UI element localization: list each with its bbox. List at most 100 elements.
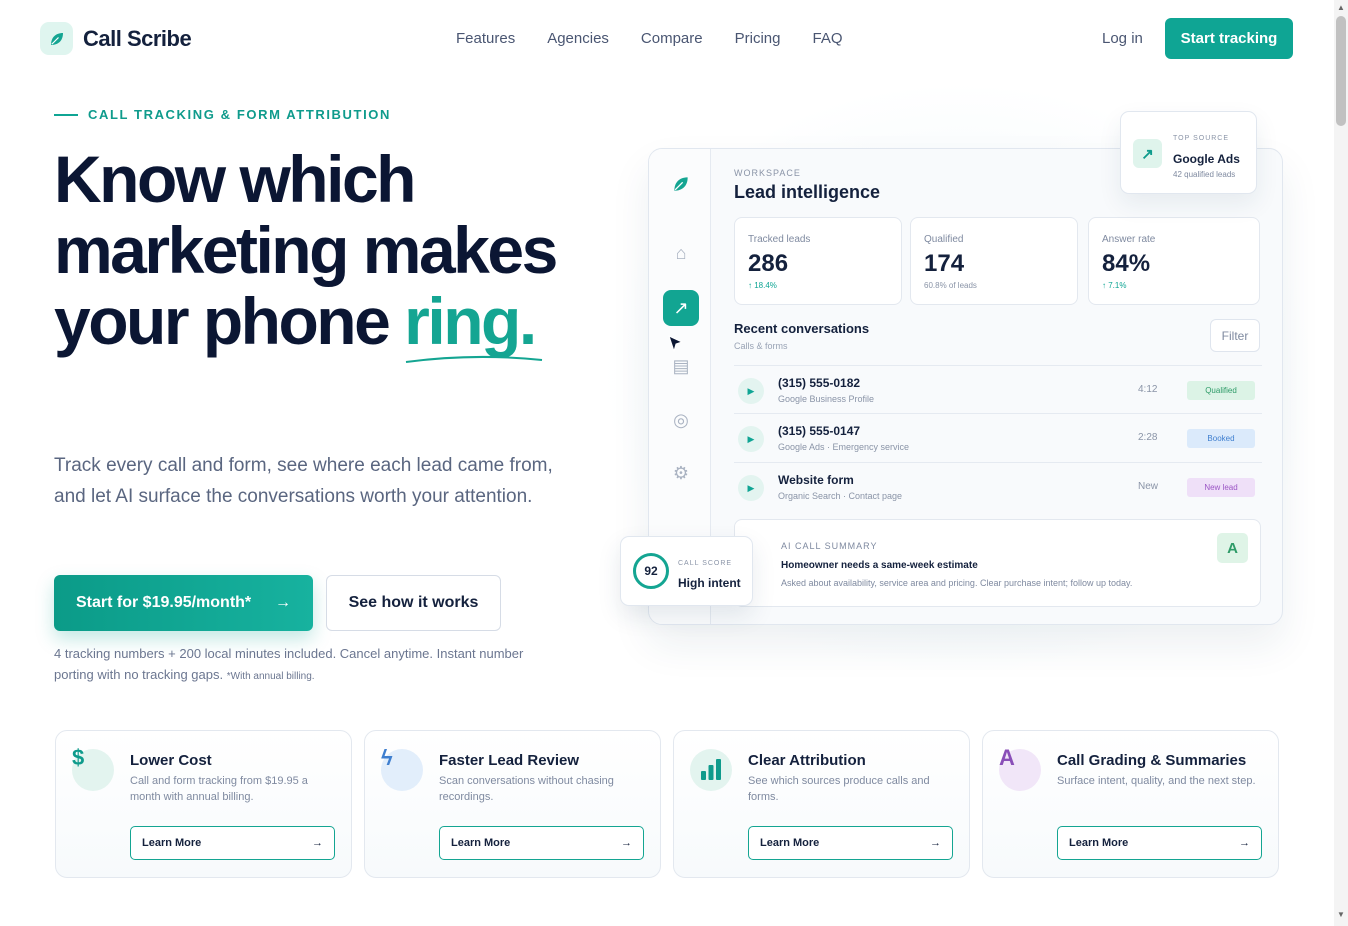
status-badge: New lead [1187, 478, 1255, 497]
squiggle-underline [406, 355, 543, 363]
stat-card-tracked: Tracked leads 286 ↑ 18.4% [734, 217, 902, 305]
leaf-logo-icon [40, 22, 73, 55]
row-title: Website form [778, 473, 854, 487]
top-source-title: Google Ads [1173, 152, 1240, 166]
gear-icon[interactable]: ⚙ [663, 455, 699, 491]
stat-label: Answer rate [1102, 234, 1156, 245]
table-row[interactable]: ▶ (315) 555-0182 Google Business Profile… [734, 365, 1262, 413]
scroll-thumb[interactable] [1336, 16, 1346, 126]
login-link[interactable]: Log in [1102, 30, 1143, 47]
nav-links: Features Agencies Compare Pricing FAQ [456, 30, 843, 47]
top-source-card: ↗ TOP SOURCE Google Ads 42 qualified lea… [1120, 111, 1257, 194]
brand-name: Call Scribe [83, 25, 192, 51]
feature-card-faster-review: ϟ Faster Lead Review Scan conversations … [364, 730, 661, 878]
leaf-icon[interactable] [663, 166, 699, 202]
eyebrow-line [54, 113, 78, 116]
ai-summary-text: Asked about availability, service area a… [781, 578, 1133, 588]
dashboard-title: Lead intelligence [734, 182, 881, 202]
stat-card-qualified: Qualified 174 60.8% of leads [910, 217, 1078, 305]
play-icon[interactable]: ▶ [738, 475, 764, 501]
card-title: Faster Lead Review [439, 752, 580, 769]
stat-sub: ↑ 7.1% [1102, 281, 1127, 290]
eyebrow: CALL TRACKING & FORM ATTRIBUTION [54, 107, 391, 122]
top-source-label: TOP SOURCE [1173, 135, 1230, 142]
mouse-cursor-icon [668, 335, 684, 353]
row-sub: Google Business Profile [778, 394, 875, 404]
nav-link-pricing[interactable]: Pricing [735, 30, 781, 47]
ai-summary-label: AI CALL SUMMARY [781, 541, 878, 551]
table-row[interactable]: ▶ Website form Organic Search · Contact … [734, 462, 1262, 510]
learn-more-button[interactable]: Learn More → [439, 826, 644, 860]
stat-value: 84% [1102, 250, 1151, 277]
ai-summary-card: AI CALL SUMMARY Homeowner needs a same-w… [734, 519, 1261, 607]
workspace-label: WORKSPACE [734, 168, 801, 178]
scrollbar[interactable]: ▲ ▼ [1334, 0, 1348, 926]
score-ring: 92 [633, 553, 669, 589]
arrow-right-icon: → [621, 837, 632, 849]
start-for-price-button[interactable]: Start for $19.95/month* → [54, 575, 313, 631]
card-text: See which sources produce calls and form… [748, 775, 930, 803]
brand[interactable]: Call Scribe [40, 22, 192, 55]
hero-lede: Track every call and form, see where eac… [54, 455, 553, 507]
grade-badge: A [1217, 533, 1248, 563]
eyebrow-text: CALL TRACKING & FORM ATTRIBUTION [88, 107, 391, 122]
conversations-title: Recent conversations [734, 321, 870, 336]
play-icon[interactable]: ▶ [738, 426, 764, 452]
stat-sub: ↑ 18.4% [748, 281, 777, 290]
card-text: Scan conversations without chasing recor… [439, 775, 614, 803]
card-title: Lower Cost [130, 752, 212, 769]
stat-value: 286 [748, 250, 789, 277]
grade-letter-icon: A [999, 745, 1015, 770]
row-duration: 4:12 [1138, 384, 1158, 395]
row-duration: 2:28 [1138, 432, 1158, 443]
nav-link-features[interactable]: Features [456, 30, 515, 47]
bar-chart-icon [701, 759, 721, 780]
play-icon[interactable]: ▶ [738, 378, 764, 404]
stat-label: Qualified [924, 234, 964, 245]
nav-link-agencies[interactable]: Agencies [547, 30, 609, 47]
fineprint-small: *With annual billing. [226, 671, 315, 682]
home-icon[interactable]: ⌂ [663, 235, 699, 271]
hero-headline: Know which marketing makes your phone ri… [54, 144, 574, 363]
call-score-label: CALL SCORE [678, 560, 733, 567]
feature-card-attribution: Clear Attribution See which sources prod… [673, 730, 970, 878]
start-for-price-label: Start for $19.95/month* [76, 594, 252, 611]
row-sub: Organic Search · Contact page [778, 491, 903, 501]
filter-button[interactable]: Filter [1210, 319, 1260, 352]
document-icon[interactable]: ▤ [663, 348, 699, 384]
start-tracking-button[interactable]: Start tracking [1165, 18, 1293, 59]
trend-arrow-icon[interactable]: ↗ [663, 290, 699, 326]
target-icon[interactable]: ◎ [663, 402, 699, 438]
card-title: Call Grading & Summaries [1057, 752, 1247, 769]
scroll-up-arrow-icon[interactable]: ▲ [1337, 3, 1345, 12]
stat-label: Tracked leads [748, 234, 811, 245]
table-row[interactable]: ▶ (315) 555-0147 Google Ads · Emergency … [734, 413, 1262, 461]
learn-more-button[interactable]: Learn More → [130, 826, 335, 860]
learn-more-button[interactable]: Learn More → [1057, 826, 1262, 860]
feature-card-lower-cost: $ Lower Cost Call and form tracking from… [55, 730, 352, 878]
arrow-right-icon: → [930, 837, 941, 849]
trend-arrow-icon: ↗ [1133, 139, 1162, 168]
scroll-down-arrow-icon[interactable]: ▼ [1337, 910, 1345, 919]
nav-link-faq[interactable]: FAQ [812, 30, 842, 47]
ai-summary-title: Homeowner needs a same-week estimate [781, 560, 978, 571]
headline-accent: ring. [404, 286, 543, 363]
see-how-it-works-button[interactable]: See how it works [326, 575, 501, 631]
row-duration: New [1138, 481, 1159, 492]
stat-card-answer-rate: Answer rate 84% ↑ 7.1% [1088, 217, 1260, 305]
arrow-right-icon: → [275, 594, 291, 611]
stat-value: 174 [924, 250, 965, 277]
status-badge: Qualified [1187, 381, 1255, 400]
nav-link-compare[interactable]: Compare [641, 30, 703, 47]
conversations-sub: Calls & forms [734, 341, 788, 351]
arrow-right-icon: → [312, 837, 323, 849]
stat-sub: 60.8% of leads [924, 281, 977, 290]
row-sub: Google Ads · Emergency service [778, 442, 910, 452]
learn-more-button[interactable]: Learn More → [748, 826, 953, 860]
lightning-icon: ϟ [381, 745, 393, 770]
arrow-right-icon: → [1239, 837, 1250, 849]
card-text: Surface intent, quality, and the next st… [1057, 775, 1256, 787]
status-badge: Booked [1187, 429, 1255, 448]
row-title: (315) 555-0147 [778, 424, 861, 438]
dollar-icon: $ [72, 745, 85, 770]
